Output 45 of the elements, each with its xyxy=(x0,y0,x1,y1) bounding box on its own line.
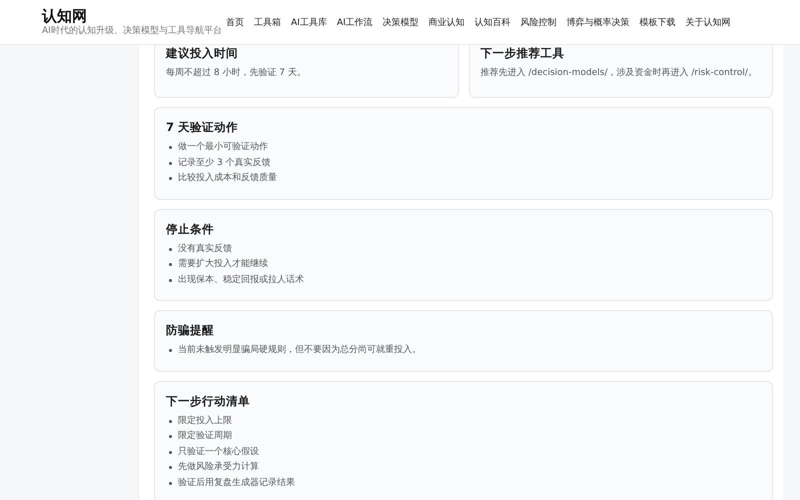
list-item: 先做风险承受力计算 xyxy=(178,461,259,474)
card-text: 推荐先进入 /decision-models/，涉及资金时再进入 /risk-control/。 xyxy=(480,66,758,80)
bullet-icon xyxy=(169,420,172,423)
site-tagline: AI时代的认知升级、决策模型与工具导航平台 xyxy=(42,25,221,37)
list-item: 出现保本、稳定回报或拉人话术 xyxy=(178,274,304,287)
list-item: 记录至少 3 个真实反馈 xyxy=(178,156,270,170)
card-text: 每周不超过 8 小时，先验证 7 天。 xyxy=(166,66,307,80)
list-item: 验证后用复盘生成器记录结果 xyxy=(178,476,295,490)
nav-link[interactable]: 工具箱 xyxy=(249,16,286,28)
nav-link[interactable]: AI工具库 xyxy=(286,16,332,28)
bullet-icon xyxy=(169,349,172,352)
bullet-icon xyxy=(169,146,172,150)
bullet-icon xyxy=(169,177,172,180)
list-item: 比较投入成本和反馈质量 xyxy=(178,172,277,186)
nav-link[interactable]: 博弈与概率决策 xyxy=(562,16,635,28)
nav-link[interactable]: 模板下载 xyxy=(634,16,681,28)
list-item: 做一个最小可验证动作 xyxy=(178,141,268,154)
nav-link[interactable]: 风险控制 xyxy=(516,16,562,28)
nav-link[interactable]: 关于认知网 xyxy=(680,16,736,28)
nav-link[interactable]: 首页 xyxy=(221,16,249,28)
card-title: 建议投入时间 xyxy=(166,45,239,61)
card-title: 下一步行动清单 xyxy=(166,392,251,408)
list-item: 限定投入上限 xyxy=(178,414,232,428)
card-title: 停止条件 xyxy=(166,220,215,236)
bullet-icon xyxy=(169,263,172,266)
bullet-icon xyxy=(169,435,172,438)
bullet-icon xyxy=(169,450,172,454)
nav-link[interactable]: AI工作流 xyxy=(332,16,378,28)
card-title: 7 天验证动作 xyxy=(166,119,240,135)
list-item: 只验证一个核心假设 xyxy=(178,446,259,459)
bullet-icon xyxy=(169,162,172,165)
card-title: 防骗提醒 xyxy=(166,322,215,338)
nav-link[interactable]: 决策模型 xyxy=(378,16,424,28)
nav-link[interactable]: 认知百科 xyxy=(470,16,516,28)
bullet-icon xyxy=(169,248,172,251)
list-item: 限定验证周期 xyxy=(178,430,232,444)
card-title: 下一步推荐工具 xyxy=(480,45,566,61)
site-logo[interactable]: 认知网 xyxy=(42,7,221,25)
bullet-icon xyxy=(169,278,172,282)
list-item: 需要扩大投入才能继续 xyxy=(178,258,268,272)
list-item: 当前未触发明显骗局硬规则，但不要因为总分尚可就重投入。 xyxy=(178,344,421,358)
bullet-icon xyxy=(169,482,172,485)
bullet-icon xyxy=(169,466,172,470)
list-item: 没有真实反馈 xyxy=(178,242,232,256)
nav-link[interactable]: 商业认知 xyxy=(424,16,470,28)
